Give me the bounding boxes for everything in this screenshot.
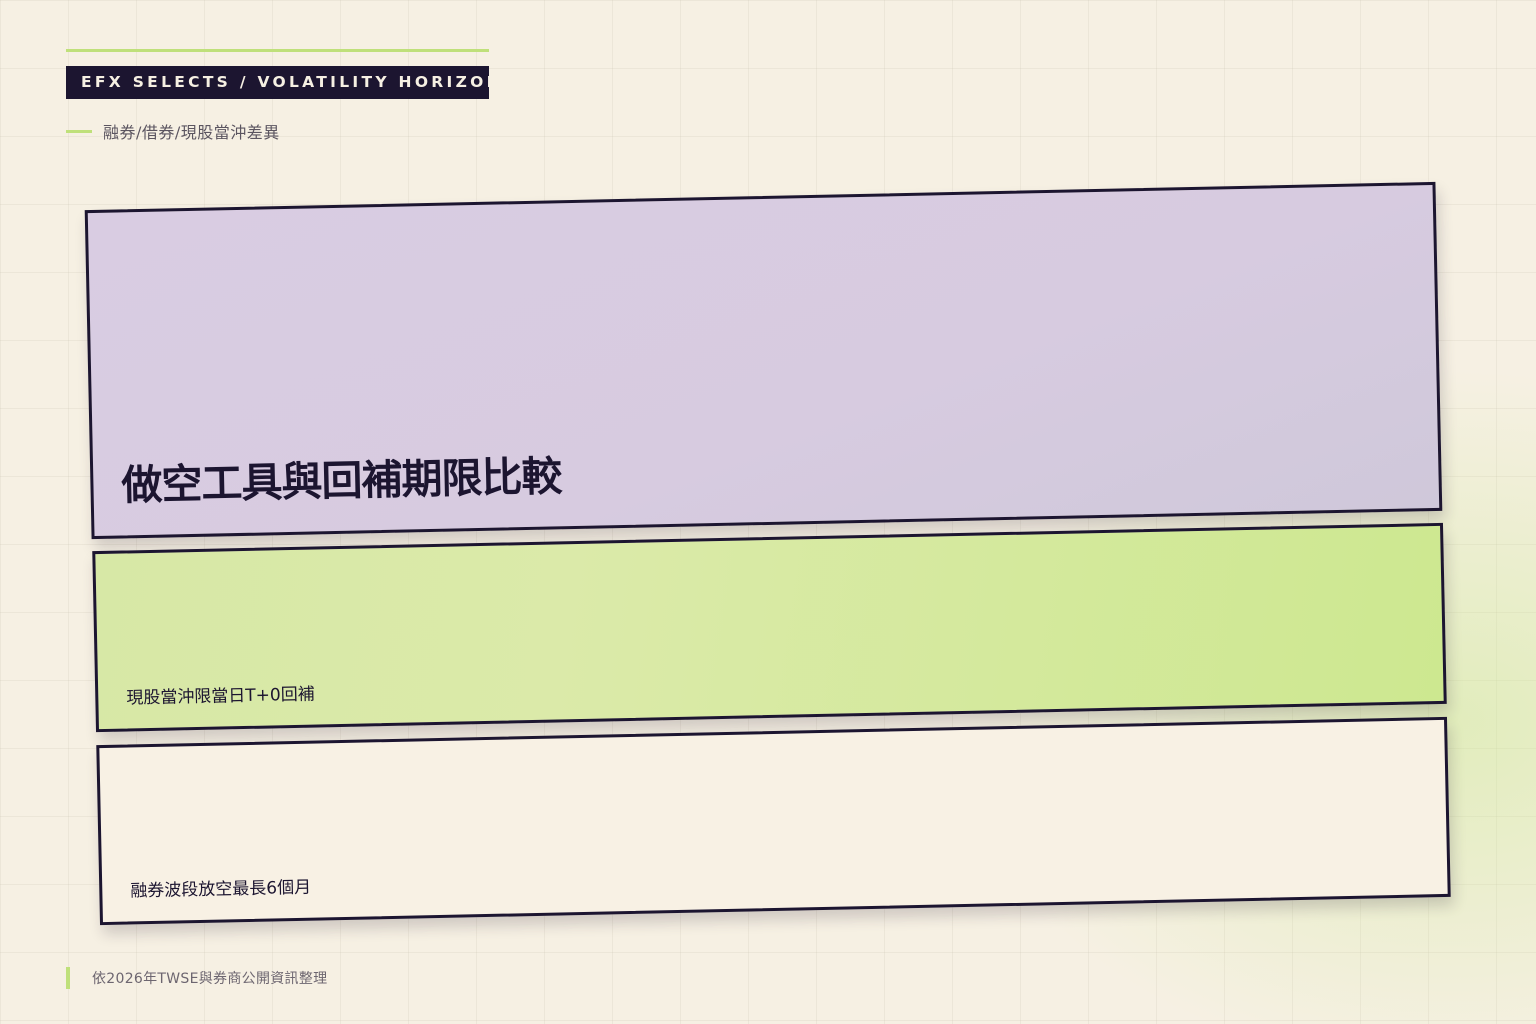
margin-short-caption: 融券波段放空最長6個月 [130,877,312,902]
subtitle-text: 融券/借券/現股當沖差異 [103,123,280,142]
day-trade-panel: 現股當沖限當日T+0回補 [92,522,1447,733]
subtitle: 融券/借券/現股當沖差異 [66,118,280,144]
margin-short-panel: 融券波段放空最長6個月 [96,716,1451,926]
brand-label: EFX SELECTS / VOLATILITY HORIZON [66,66,500,99]
subtitle-dash [66,129,92,133]
day-trade-caption: 現股當沖限當日T+0回補 [126,684,315,709]
footer: 依2026年TWSE與券商公開資訊整理 [66,967,327,989]
source-note: 依2026年TWSE與券商公開資訊整理 [92,971,328,987]
page-title: 做空工具與回補期限比較 [120,452,562,510]
title-panel: 做空工具與回補期限比較 [84,181,1443,540]
top-accent-rule [66,49,489,52]
footer-accent-bar [66,967,70,989]
